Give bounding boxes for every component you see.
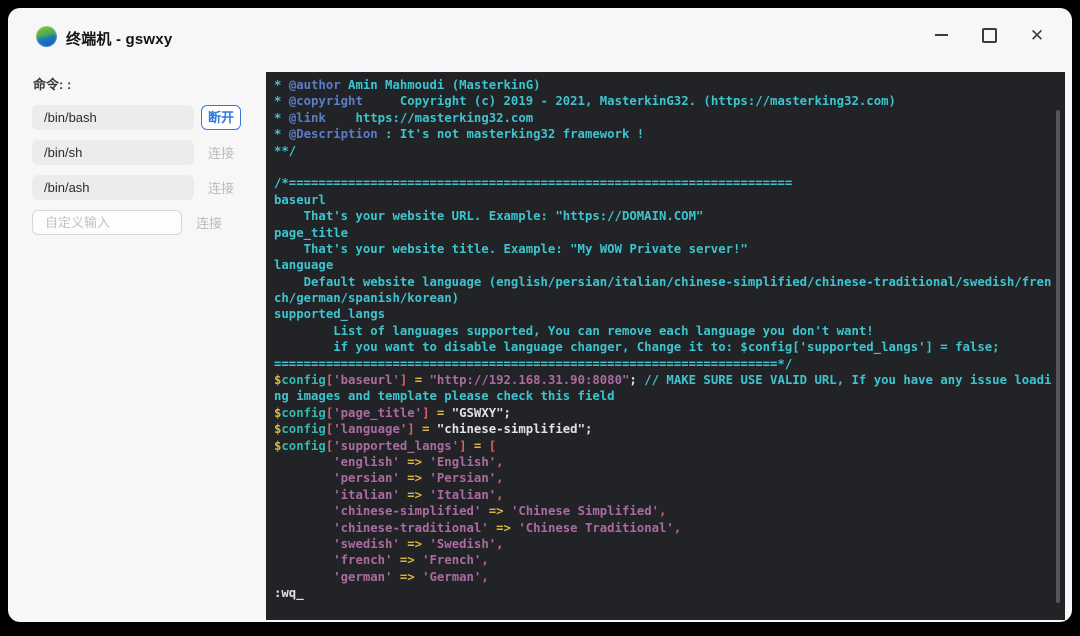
terminal-line: Default website language (english/persia…	[274, 274, 1052, 289]
terminal-line: $config['page_title'] = "GSWXY";	[274, 405, 511, 420]
terminal-line: 'english' => 'English',	[333, 454, 504, 469]
command-row: /bin/bash 断开	[32, 105, 244, 130]
app-icon	[36, 26, 57, 47]
window-controls: ✕	[922, 22, 1056, 48]
terminal-line: page_title	[274, 225, 349, 240]
terminal-lines: * @author Amin Mahmoudi (MasterkinG) * @c…	[274, 77, 1051, 602]
terminal-line: if you want to disable language changer,…	[274, 340, 1000, 355]
minimize-icon	[934, 34, 948, 36]
maximize-button[interactable]	[970, 22, 1008, 48]
command-label: 命令: :	[33, 77, 72, 92]
command-sidebar: 命令: : /bin/bash断开/bin/sh连接/bin/ash连接连接	[32, 70, 244, 245]
command-value[interactable]: /bin/ash	[32, 175, 194, 200]
terminal-line: **/	[274, 143, 297, 158]
terminal-line: ========================================…	[274, 356, 793, 371]
connect-button-3[interactable]: 连接	[189, 210, 229, 235]
terminal-line: 'persian' => 'Persian',	[333, 471, 504, 486]
terminal-line: * @author Amin Mahmoudi (MasterkinG)	[274, 78, 541, 92]
app-window: 终端机 - gswxy ✕ 命令: : /bin/bash 断开/bin/sh 连接…	[8, 8, 1072, 622]
terminal-line: 'swedish' => 'Swedish',	[333, 536, 504, 551]
terminal-line: supported_langs	[274, 307, 386, 322]
command-rows: /bin/bash断开/bin/sh连接/bin/ash连接连接	[32, 105, 244, 235]
disconnect-button-0[interactable]: 断开	[201, 105, 241, 130]
custom-command-input[interactable]	[32, 210, 182, 235]
terminal-line: /*======================================…	[274, 176, 793, 191]
terminal-line: List of languages supported, You can rem…	[274, 323, 874, 338]
maximize-icon	[981, 27, 997, 43]
terminal-line: $config['supported_langs'] = [	[274, 438, 497, 453]
connect-button-2[interactable]: 连接	[201, 175, 241, 200]
terminal-line: That's your website URL. Example: "https…	[274, 209, 704, 224]
command-row: /bin/sh 连接	[32, 140, 244, 165]
terminal-line: :wq_	[274, 586, 304, 601]
terminal-line: 'chinese-traditional' => 'Chinese Tradit…	[333, 520, 682, 535]
terminal-line: 'german' => 'German',	[333, 569, 489, 584]
terminal-line: * @link https://masterking32.com	[274, 110, 534, 125]
terminal-line: $config['language'] = "chinese-simplifie…	[274, 422, 593, 437]
command-row: 连接	[32, 210, 244, 235]
terminal-line: 'french' => 'French',	[333, 553, 489, 568]
terminal-line: 'italian' => 'Italian',	[333, 487, 504, 502]
connect-button-1[interactable]: 连接	[201, 140, 241, 165]
terminal-line: language	[274, 258, 334, 273]
terminal-line: $config['baseurl'] = "http://192.168.31.…	[274, 373, 1052, 388]
close-icon: ✕	[1029, 25, 1045, 45]
terminal-line: 'chinese-simplified' => 'Chinese Simplif…	[333, 504, 667, 519]
terminal-line: That's your website title. Example: "My …	[274, 241, 748, 256]
minimize-button[interactable]	[922, 22, 960, 48]
command-value[interactable]: /bin/sh	[32, 140, 194, 165]
close-button[interactable]: ✕	[1018, 22, 1056, 48]
window-title: 终端机 - gswxy	[66, 31, 173, 48]
command-row: /bin/ash 连接	[32, 175, 244, 200]
terminal[interactable]: * @author Amin Mahmoudi (MasterkinG) * @c…	[266, 72, 1065, 620]
command-value[interactable]: /bin/bash	[32, 105, 194, 130]
terminal-scrollbar[interactable]	[1056, 110, 1060, 603]
terminal-line: ng images and template please check this…	[274, 389, 615, 404]
terminal-line: ch/german/spanish/korean)	[274, 291, 460, 306]
terminal-line: * @copyright Copyright (c) 2019 - 2021, …	[274, 94, 896, 109]
terminal-line: baseurl	[274, 192, 326, 207]
terminal-line: * @Description : It's not masterking32 f…	[274, 127, 645, 142]
title-bar: 终端机 - gswxy ✕	[8, 8, 1072, 56]
